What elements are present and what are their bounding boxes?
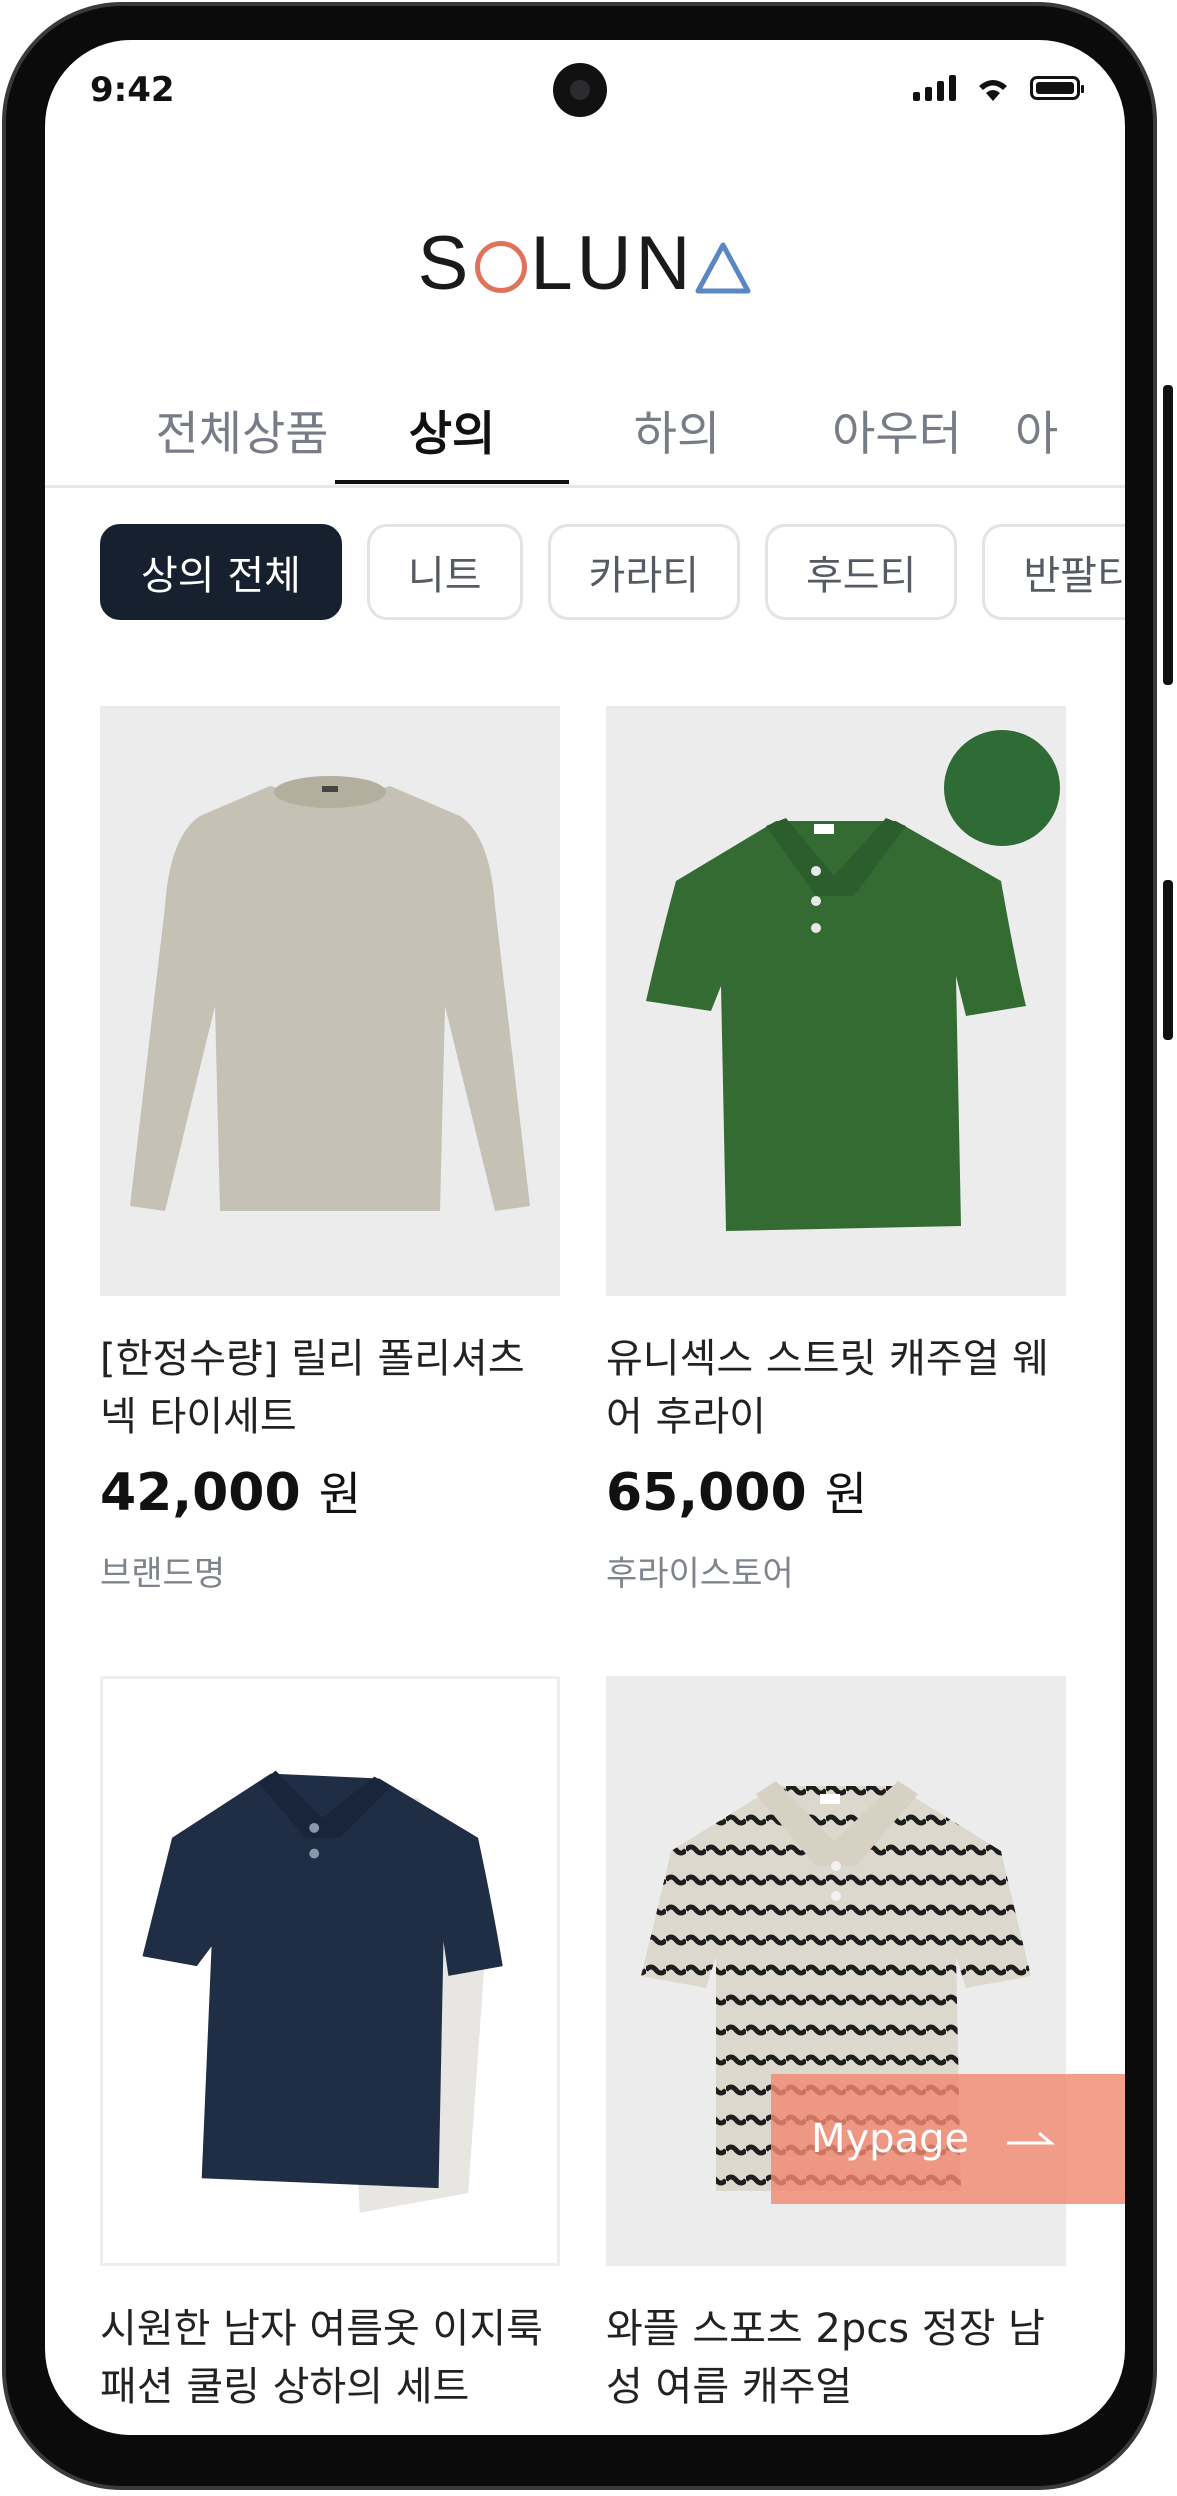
status-time: 9:42 [90, 70, 175, 110]
logo-triangle-icon [695, 242, 751, 294]
sweater-illustration [130, 776, 530, 1211]
product-image-polo-green[interactable] [606, 706, 1066, 1296]
chip-collar-tee[interactable]: 카라티 [547, 524, 740, 620]
subcategory-chips: 상의 전체 니트 카라티 후드티 반팔티 [100, 524, 1125, 620]
product-price: 65,000 원 [606, 1458, 1066, 1524]
product-card[interactable]: [한정수량] 릴리 폴리셔츠 넥 타이세트 42,000 원 브랜드명 [100, 706, 560, 1595]
power-button [1163, 880, 1173, 1040]
product-name: 시원한 남자 여름옷 이지룩 패션 쿨링 상하의 세트 [100, 2306, 543, 2410]
product-name: 와플 스포츠 2pcs 정장 남성 여름 캐주얼 [606, 2306, 1045, 2410]
category-tabs: 전체상품 상의 하의 아우터 아 [45, 365, 1125, 488]
product-card[interactable]: 유니섹스 스트릿 캐주얼 웨어 후라이 65,000 원 후라이스토어 [606, 706, 1066, 1595]
chip-hoodie[interactable]: 후드티 [764, 524, 958, 620]
tab-bottoms[interactable]: 하의 [560, 395, 794, 464]
tab-tops[interactable]: 상의 [335, 395, 569, 464]
price-unit: 원 [824, 1467, 868, 1521]
price-value: 42,000 [100, 1463, 301, 1523]
wifi-icon [979, 80, 1007, 101]
product-name: 유니섹스 스트릿 캐주얼 웨어 후라이 [606, 1336, 1049, 1440]
active-tab-indicator [335, 480, 569, 484]
logo-text-end: LUN [530, 221, 695, 306]
chip-knit[interactable]: 니트 [366, 524, 523, 620]
mypage-label: Mypage [811, 2116, 970, 2162]
product-brand: 후라이스토어 [606, 1554, 794, 1594]
app-screen: 9:42 S LUN 전체상품 상의 하의 아우터 아 상의 전체 니트 카라티 … [45, 40, 1125, 2435]
product-image-polo-navy[interactable] [100, 1676, 560, 2266]
status-icons [913, 74, 1084, 102]
tab-outerwear[interactable]: 아우터 [780, 395, 1014, 464]
tab-all-products[interactable]: 전체상품 [125, 395, 359, 464]
chip-short-sleeve[interactable]: 반팔티 [982, 524, 1125, 620]
volume-button [1163, 385, 1173, 685]
signal-icon [913, 75, 956, 101]
green-polo-illustration [646, 730, 1060, 1231]
mypage-button[interactable]: Mypage [771, 2074, 1125, 2204]
brand-logo[interactable]: S LUN [45, 220, 1125, 307]
product-name: [한정수량] 릴리 폴리셔츠 넥 타이세트 [100, 1336, 525, 1440]
arrow-right-icon [1007, 2131, 1056, 2145]
price-unit: 원 [318, 1467, 362, 1521]
product-brand: 브랜드명 [100, 1554, 226, 1594]
battery-icon [1030, 76, 1084, 100]
chip-all-tops[interactable]: 상의 전체 [100, 524, 342, 620]
price-value: 65,000 [606, 1463, 807, 1523]
navy-polo-illustration [142, 1770, 503, 2213]
product-price: 42,000 원 [100, 1458, 560, 1524]
front-camera [553, 63, 607, 117]
product-card[interactable]: 와플 스포츠 2pcs 정장 남성 여름 캐주얼 [606, 1676, 1066, 2416]
product-image-sweater[interactable] [100, 706, 560, 1296]
logo-circle-icon [475, 241, 528, 293]
logo-text-start: S [417, 221, 473, 306]
product-card[interactable]: 시원한 남자 여름옷 이지룩 패션 쿨링 상하의 세트 [100, 1676, 560, 2416]
tab-more[interactable]: 아 [1015, 395, 1095, 464]
